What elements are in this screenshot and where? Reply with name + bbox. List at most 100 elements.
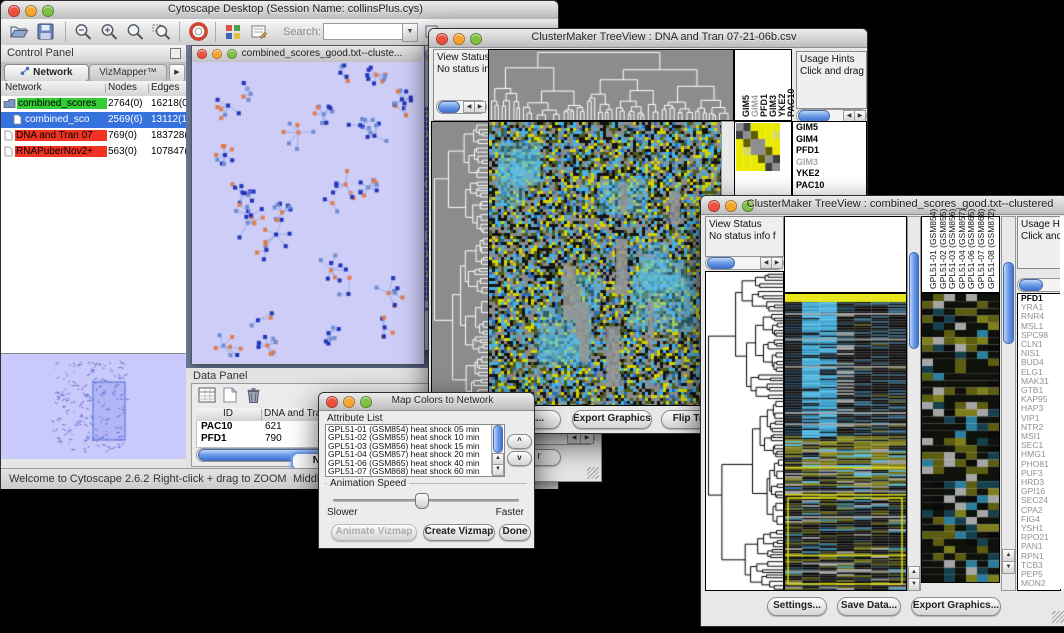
- data-panel-title: Data Panel: [193, 370, 247, 382]
- network-name[interactable]: DNA and Tran 07: [15, 130, 107, 141]
- tv2-zoom-heatmap[interactable]: [921, 293, 1000, 583]
- scroll-down-icon[interactable]: ▼: [1002, 561, 1015, 574]
- close-button[interactable]: [436, 33, 448, 45]
- gene-label[interactable]: GIM3: [793, 157, 866, 169]
- tv2-settings-button[interactable]: Settings...: [767, 597, 827, 616]
- tab-overflow-button[interactable]: ▶: [169, 64, 185, 82]
- gene-label[interactable]: PFD1: [793, 145, 866, 157]
- scroll-right-icon[interactable]: ▶: [771, 257, 783, 269]
- tv2-save-data-button[interactable]: Save Data...: [837, 597, 901, 616]
- attribute-list-vscrollbar[interactable]: ▲ ▼: [491, 425, 503, 474]
- zoom-out-icon[interactable]: [74, 23, 93, 46]
- cytoscape-titlebar[interactable]: Cytoscape Desktop (Session Name: collins…: [1, 1, 558, 20]
- close-button[interactable]: [326, 396, 338, 408]
- done-button[interactable]: Done: [499, 524, 531, 541]
- tv1-correlation-matrix[interactable]: [736, 123, 780, 171]
- inner-window-title: combined_scores_good.txt--cluste...: [226, 48, 418, 59]
- minimize-button[interactable]: [453, 33, 465, 45]
- attribute-list-vscroll-thumb[interactable]: [493, 425, 503, 453]
- animation-slider-thumb[interactable]: [415, 493, 429, 509]
- tv2-hints-hscrollbar[interactable]: [1017, 278, 1064, 292]
- gene-label[interactable]: MON2: [1018, 579, 1060, 588]
- gene-label[interactable]: GIM4: [793, 134, 866, 146]
- move-up-button[interactable]: ^: [507, 434, 532, 449]
- network-row[interactable]: combined_scores2764(0)16218(0): [1, 96, 186, 112]
- tv2-usage-hints-panel: Usage Hints Click and drag to: [1017, 216, 1064, 269]
- create-vizmap-button[interactable]: Create Vizmap: [423, 524, 495, 541]
- col-edges[interactable]: Edges: [151, 82, 185, 93]
- animate-vizmap-button[interactable]: Animate Vizmap: [331, 524, 417, 541]
- tv1-column-dendrogram[interactable]: [488, 49, 734, 121]
- datatable-col-id[interactable]: ID: [196, 408, 260, 419]
- network-tab-icon: [20, 66, 30, 76]
- tv2-status-hscroll-thumb[interactable]: [707, 257, 735, 269]
- gene-label[interactable]: PAC10: [793, 180, 866, 192]
- zoom-fit-icon[interactable]: [126, 23, 145, 46]
- tv1-status-hscrollbar[interactable]: ◀ ▶: [436, 100, 487, 114]
- minimize-button[interactable]: [343, 396, 355, 408]
- network-view-window-1[interactable]: combined_scores_good.txt--cluste...: [191, 45, 425, 365]
- float-panel-icon[interactable]: [170, 48, 181, 59]
- tv2-export-graphics-button[interactable]: Export Graphics...: [911, 597, 1001, 616]
- tv1-row-dendrogram[interactable]: [431, 121, 489, 406]
- birdseye-view[interactable]: [1, 353, 186, 460]
- vizmapper-icon[interactable]: [225, 24, 241, 45]
- tv1-status-hscroll-thumb[interactable]: [438, 101, 460, 113]
- tv1-export-graphics-button[interactable]: Export Graphics...: [572, 410, 652, 429]
- minimize-button[interactable]: [25, 5, 37, 17]
- move-down-button[interactable]: v: [507, 451, 532, 466]
- search-input[interactable]: [323, 23, 403, 40]
- resize-grip[interactable]: [587, 467, 599, 479]
- attribute-list-item[interactable]: GPL51-07 (GSM868) heat shock 60 min: [326, 467, 504, 475]
- tab-network[interactable]: Network: [4, 64, 89, 82]
- table-icon[interactable]: [198, 387, 216, 408]
- tv1-heatmap[interactable]: [488, 121, 722, 406]
- search-combo-arrow-icon[interactable]: ▼: [402, 23, 418, 42]
- close-button[interactable]: [708, 200, 720, 212]
- map-colors-dialog: Map Colors to Network Attribute List GPL…: [318, 392, 535, 549]
- network-row[interactable]: RNAPuberNov2+563(0)107847(0): [1, 144, 186, 160]
- column-label: GPL51-03 (GSM856): [947, 219, 957, 289]
- scroll-down-icon[interactable]: ▼: [908, 578, 920, 591]
- attribute-listbox[interactable]: GPL51-01 (GSM854) heat shock 05 minGPL51…: [325, 424, 505, 477]
- tv2-hints-hscroll-thumb[interactable]: [1019, 279, 1043, 291]
- scroll-right-icon[interactable]: ▶: [474, 101, 486, 113]
- tv2-vscroll-thumb[interactable]: [909, 252, 919, 349]
- open-file-icon[interactable]: [9, 23, 29, 45]
- help-icon[interactable]: [189, 22, 208, 46]
- save-icon[interactable]: [37, 23, 54, 45]
- delete-attribute-icon[interactable]: [246, 387, 261, 408]
- network-row[interactable]: DNA and Tran 07769(0)183728(0): [1, 128, 186, 144]
- gene-label[interactable]: YKE2: [793, 168, 866, 180]
- inner-titlebar-1[interactable]: combined_scores_good.txt--cluste...: [192, 46, 422, 63]
- zoom-in-icon[interactable]: [100, 23, 119, 46]
- tv2-heatmap-vscrollbar[interactable]: ▲ ▼: [907, 216, 921, 591]
- minimize-button[interactable]: [725, 200, 737, 212]
- dialog-titlebar[interactable]: Map Colors to Network: [319, 393, 534, 411]
- network-nodes: 2569(6): [108, 114, 142, 125]
- network-canvas-1[interactable]: [192, 62, 422, 362]
- control-panel-header: Control Panel: [1, 45, 186, 63]
- tv2-genelist-vscroll-thumb[interactable]: [1003, 262, 1014, 344]
- col-nodes[interactable]: Nodes: [108, 82, 148, 93]
- resize-grip[interactable]: [1052, 611, 1064, 623]
- treeview2-titlebar[interactable]: ClusterMaker TreeView : combined_scores_…: [701, 196, 1064, 215]
- zoom-selected-icon[interactable]: [152, 23, 171, 46]
- treeview1-titlebar[interactable]: ClusterMaker TreeView : DNA and Tran 07-…: [429, 29, 867, 48]
- tab-vizmapper[interactable]: VizMapper™: [89, 64, 167, 82]
- gene-label[interactable]: GIM5: [793, 122, 866, 134]
- tv2-status-hscrollbar[interactable]: ◀ ▶: [705, 256, 784, 270]
- network-row[interactable]: combined_sco2569(6)13112(15): [1, 112, 186, 128]
- tv2-row-dendrogram[interactable]: [705, 271, 784, 591]
- column-label: GPL51-01 (GSM854): [928, 219, 938, 289]
- network-name[interactable]: RNAPuberNov2+: [15, 146, 107, 157]
- network-name[interactable]: combined_scores: [17, 98, 107, 109]
- tv2-genelist-vscrollbar[interactable]: ▲ ▼: [1001, 216, 1016, 591]
- annotation-icon[interactable]: [251, 24, 268, 45]
- scroll-down-icon[interactable]: ▼: [492, 464, 504, 476]
- network-name[interactable]: combined_sco: [24, 114, 107, 125]
- close-button[interactable]: [8, 5, 20, 17]
- col-network[interactable]: Network: [5, 82, 103, 93]
- new-attribute-icon[interactable]: [223, 387, 237, 408]
- tv2-heatmap[interactable]: [784, 293, 907, 591]
